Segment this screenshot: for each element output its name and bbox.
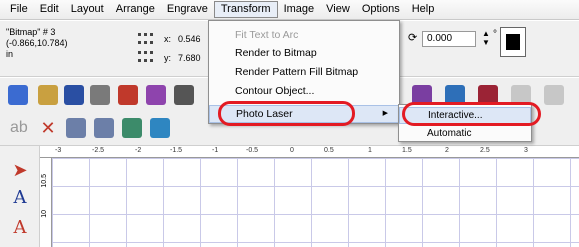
ruler-tick: 1.5 [402, 147, 412, 154]
arrow-pointer-icon[interactable]: ➤ [10, 160, 30, 180]
menu-item-fit-text-to-arc: Fit Text to Arc [235, 29, 299, 41]
ruler-tick: 10.5 [41, 174, 48, 188]
y-label: y: [164, 53, 172, 63]
delete-node-icon[interactable]: ✕ [38, 118, 58, 138]
vertical-ruler: 10.5 10 [40, 158, 52, 247]
object-units: in [6, 49, 14, 59]
ruler-tick: -2.5 [92, 147, 105, 154]
ellipse-tool-icon[interactable] [150, 118, 170, 138]
ruler-tick: -0.5 [246, 147, 259, 154]
rotate-icon: ⟳ [408, 32, 418, 44]
callout-photo-laser [218, 101, 355, 126]
open-folder-icon[interactable] [38, 85, 58, 105]
ruler-tick: -1.5 [170, 147, 183, 154]
fill-color-icon[interactable] [500, 27, 526, 57]
ruler-tick: -1 [212, 147, 219, 154]
menu-layout[interactable]: Layout [65, 1, 110, 18]
ruler-tick: 0 [290, 147, 294, 154]
rotation-spinner[interactable]: ▲ ▼ [480, 29, 492, 49]
engrave-icon[interactable] [174, 85, 194, 105]
y-field[interactable]: 7.680 [178, 53, 201, 63]
menu-help[interactable]: Help [406, 1, 441, 18]
menu-view[interactable]: View [320, 1, 356, 18]
ruler-tick: -2 [135, 147, 142, 154]
menu-item-render-pattern-fill-bitmap[interactable]: Render Pattern Fill Bitmap [209, 63, 399, 81]
submenu-arrow-icon: ▶ [382, 110, 388, 117]
rectangle-tool-icon[interactable] [122, 118, 142, 138]
degree-symbol: ° [493, 29, 497, 40]
text-tool-icon[interactable]: A [10, 188, 30, 208]
menu-options[interactable]: Options [356, 1, 406, 18]
anchor-grid-icon[interactable] [138, 51, 156, 65]
menu-item-render-to-bitmap[interactable]: Render to Bitmap [209, 44, 399, 62]
object-info: "Bitmap" # 3 (-0.866,10.784) in [6, 27, 68, 60]
spin-up-icon[interactable]: ▲ [480, 29, 492, 38]
text-style-icon[interactable]: ab [10, 118, 30, 138]
callout-interactive [402, 102, 541, 126]
menu-edit[interactable]: Edit [34, 1, 65, 18]
menu-item-automatic[interactable]: Automatic [399, 125, 531, 142]
node-tool-icon[interactable] [66, 118, 86, 138]
design-canvas[interactable] [52, 158, 579, 247]
ruler-tick: 10 [41, 210, 48, 218]
x-field[interactable]: 0.546 [178, 34, 201, 44]
shape-tool-icon[interactable]: A [10, 218, 30, 238]
menu-item-contour-object[interactable]: Contour Object... [209, 82, 399, 100]
print-icon[interactable] [90, 85, 110, 105]
rotation-field[interactable]: 0.000 [422, 31, 476, 47]
menu-engrave[interactable]: Engrave [161, 1, 214, 18]
export-icon[interactable] [146, 85, 166, 105]
object-name: "Bitmap" # 3 [6, 27, 56, 37]
save-icon[interactable] [64, 85, 84, 105]
horizontal-ruler: -3 -2.5 -2 -1.5 -1 -0.5 0 0.5 1 1.5 2 2.… [40, 146, 579, 158]
anchor-grid-icon[interactable] [138, 33, 156, 47]
ruler-tick: 2.5 [480, 147, 490, 154]
ruler-tick: 0.5 [324, 147, 334, 154]
ruler-tick: 1 [368, 147, 372, 154]
weld-icon[interactable] [94, 118, 114, 138]
import-icon[interactable] [118, 85, 138, 105]
new-file-icon[interactable] [8, 85, 28, 105]
menu-arrange[interactable]: Arrange [110, 1, 161, 18]
disabled-tool-icon [544, 85, 564, 105]
ruler-tick: 2 [445, 147, 449, 154]
menu-file[interactable]: File [4, 1, 34, 18]
menu-image[interactable]: Image [278, 1, 321, 18]
menu-bar: File Edit Layout Arrange Engrave Transfo… [0, 0, 579, 20]
menu-transform[interactable]: Transform [213, 1, 278, 18]
ruler-tick: -3 [55, 147, 62, 154]
toolbox: ➤ A A [0, 146, 40, 247]
object-coords: (-0.866,10.784) [6, 38, 68, 48]
x-label: x: [164, 34, 172, 44]
ruler-tick: 3 [524, 147, 528, 154]
spin-down-icon[interactable]: ▼ [480, 38, 492, 47]
